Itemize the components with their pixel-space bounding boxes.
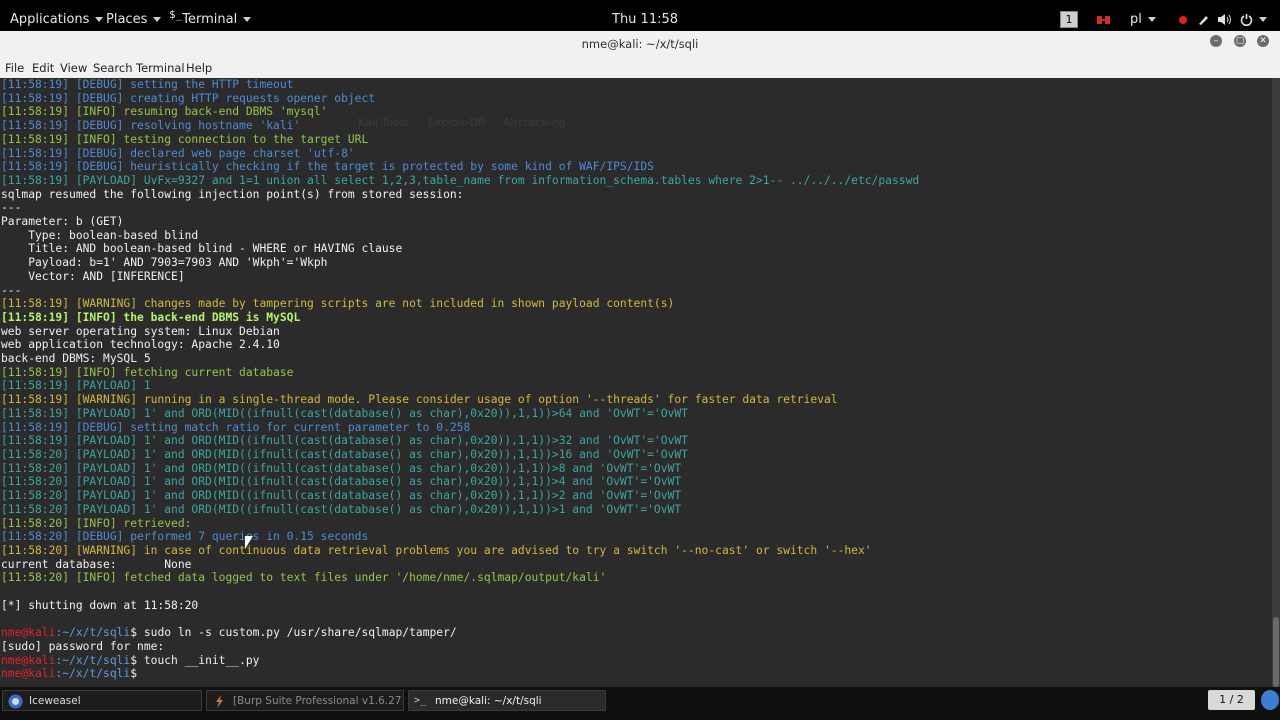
- terminal-prompt-line: [sudo] password for nme:: [1, 639, 165, 653]
- terminal-line: ---: [1, 283, 22, 297]
- terminal-line: [11:58:20] [INFO] fetched data logged to…: [1, 571, 607, 585]
- bottom-panel: Iceweasel [Burp Suite Professional v1.6.…: [0, 687, 1280, 720]
- terminal-app-icon: $_: [169, 8, 183, 21]
- maximize-button[interactable]: ▢: [1234, 35, 1246, 47]
- terminal-line: [11:58:20] [PAYLOAD] 1' and ORD(MID((ifn…: [1, 475, 682, 489]
- terminal-line: web application technology: Apache 2.4.1…: [1, 338, 280, 352]
- terminal-line: [11:58:19] [PAYLOAD] 1: [1, 379, 151, 393]
- terminal-line: Title: AND boolean-based blind - WHERE o…: [1, 242, 403, 256]
- prompt-user: nme@kali: [1, 653, 56, 667]
- menu-edit[interactable]: Edit: [32, 61, 54, 75]
- terminal-line: [11:58:19] [DEBUG] resolving hostname 'k…: [1, 119, 301, 133]
- menu-file[interactable]: File: [5, 61, 24, 75]
- prompt-path: :~/x/t/sqli: [55, 667, 131, 681]
- terminal-scrollbar[interactable]: [1272, 78, 1280, 687]
- terminal-line: current database: None: [1, 557, 192, 571]
- terminal-line: [11:58:19] [PAYLOAD] UvFx=9327 and 1=1 u…: [1, 173, 920, 187]
- terminal-line: [11:58:19] [INFO] resuming back-end DBMS…: [1, 105, 328, 119]
- task-label: [Burp Suite Professional v1.6.27 -...: [233, 695, 404, 707]
- task-label: nme@kali: ~/x/t/sqli: [435, 695, 542, 707]
- task-iceweasel[interactable]: Iceweasel: [2, 690, 202, 711]
- terminal-icon: >_: [414, 695, 427, 706]
- terminal-line: [11:58:20] [PAYLOAD] 1' and ORD(MID((ifn…: [1, 461, 682, 475]
- terminal-line: [11:58:19] [INFO] testing connection to …: [1, 132, 369, 146]
- prompt-command: $ sudo ln -s custom.py /usr/share/sqlmap…: [130, 626, 457, 640]
- terminal-line: web server operating system: Linux Debia…: [1, 324, 280, 338]
- menu-terminal[interactable]: Terminal: [136, 61, 185, 75]
- terminal-line: [11:58:19] [PAYLOAD] 1' and ORD(MID((ifn…: [1, 406, 688, 420]
- terminal-line: Type: boolean-based blind: [1, 228, 199, 242]
- prompt-user: nme@kali: [1, 626, 56, 640]
- window-titlebar[interactable]: nme@kali: ~/x/t/sqli – ▢ ✕: [0, 31, 1280, 58]
- notification-icon[interactable]: [1261, 690, 1279, 710]
- terminal-line: [*] shutting down at 11:58:20: [1, 598, 199, 612]
- terminal-output[interactable]: Kali Tools Exploit-DB Aircrack-ng [11:58…: [0, 78, 1272, 687]
- power-icon: [1240, 14, 1253, 27]
- prompt-command: $: [130, 667, 144, 681]
- prompt-path: :~/x/t/sqli: [55, 653, 131, 667]
- terminal-line: [11:58:20] [PAYLOAD] 1' and ORD(MID((ifn…: [1, 489, 682, 503]
- terminal-line: [11:58:19] [INFO] the back-end DBMS is M…: [1, 310, 301, 324]
- terminal-line: back-end DBMS: MySQL 5: [1, 352, 151, 366]
- terminal-line: [11:58:19] [DEBUG] declared web page cha…: [1, 146, 355, 160]
- prompt-path: :~/x/t/sqli: [55, 626, 131, 640]
- menu-help[interactable]: Help: [186, 61, 212, 75]
- chevron-down-icon: [95, 17, 104, 22]
- close-button[interactable]: ✕: [1257, 35, 1269, 47]
- terminal-line: [11:58:20] [WARNING] in case of continuo…: [1, 543, 872, 557]
- prompt-command: $ touch __init__.py: [130, 653, 260, 667]
- terminal-line: [11:58:20] [PAYLOAD] 1' and ORD(MID((ifn…: [1, 447, 688, 461]
- terminal-line: [11:58:19] [PAYLOAD] 1' and ORD(MID((ifn…: [1, 434, 688, 448]
- task-terminal[interactable]: >_ nme@kali: ~/x/t/sqli: [408, 690, 606, 711]
- task-label: Iceweasel: [29, 695, 81, 707]
- iceweasel-icon: [8, 694, 23, 709]
- terminal-line: Parameter: b (GET): [1, 215, 124, 229]
- language-label: pl: [1130, 12, 1142, 27]
- chevron-down-icon: [1147, 17, 1156, 22]
- terminal-line: [11:58:20] [DEBUG] performed 7 queries i…: [1, 530, 369, 544]
- places-label: Places: [106, 12, 148, 27]
- clock-label: Thu 11:58: [612, 12, 679, 27]
- chevron-down-icon: [153, 17, 162, 22]
- terminal-line: Payload: b=1' AND 7903=7903 AND 'Wkph'='…: [1, 256, 328, 270]
- workspace-pager[interactable]: 1 / 2: [1208, 690, 1255, 710]
- task-burp-suite[interactable]: [Burp Suite Professional v1.6.27 -...: [206, 690, 404, 711]
- terminal-line: [11:58:19] [DEBUG] setting the HTTP time…: [1, 78, 294, 91]
- terminal-prompt-line: nme@kali:~/x/t/sqli$: [1, 667, 919, 681]
- workspace-number: 1: [1060, 11, 1078, 28]
- terminal-prompt-line: nme@kali:~/x/t/sqli$ touch __init__.py: [1, 654, 919, 668]
- terminal-lines: [11:58:19] [DEBUG] setting the HTTP time…: [1, 78, 919, 681]
- prompt-user: nme@kali: [1, 667, 56, 681]
- applications-label: Applications: [10, 12, 90, 27]
- terminal-line: [11:58:19] [WARNING] changes made by tam…: [1, 297, 675, 311]
- minimize-button[interactable]: –: [1210, 35, 1222, 47]
- scrollbar-thumb[interactable]: [1273, 617, 1279, 687]
- burp-suite-icon: [216, 695, 223, 708]
- menu-search[interactable]: Search: [93, 61, 133, 75]
- terminal-line: [11:58:20] [PAYLOAD] 1' and ORD(MID((ifn…: [1, 502, 682, 516]
- terminal-line: Vector: AND [INFERENCE]: [1, 269, 185, 283]
- terminal-line: [11:58:19] [INFO] fetching current datab…: [1, 365, 294, 379]
- terminal-line: [11:58:20] [INFO] retrieved:: [1, 516, 192, 530]
- terminal-line: [11:58:19] [WARNING] running in a single…: [1, 393, 838, 407]
- terminal-line: [11:58:19] [DEBUG] creating HTTP request…: [1, 91, 376, 105]
- mouse-pointer-icon: [245, 536, 253, 549]
- menubar: File Edit View Search Terminal Help: [0, 58, 1280, 78]
- window-title: nme@kali: ~/x/t/sqli: [581, 37, 699, 51]
- menu-view[interactable]: View: [60, 61, 87, 75]
- terminal-line: [11:58:19] [DEBUG] heuristically checkin…: [1, 160, 654, 174]
- terminal-app-label: Terminal: [182, 12, 238, 27]
- chevron-down-icon: [243, 17, 252, 22]
- terminal-line: sqlmap resumed the following injection p…: [1, 187, 464, 201]
- chevron-down-icon: [1259, 17, 1267, 22]
- terminal-line: [11:58:19] [DEBUG] setting match ratio f…: [1, 420, 471, 434]
- terminal-line: ---: [1, 201, 22, 215]
- terminal-prompt-line: nme@kali:~/x/t/sqli$ sudo ln -s custom.p…: [1, 626, 919, 640]
